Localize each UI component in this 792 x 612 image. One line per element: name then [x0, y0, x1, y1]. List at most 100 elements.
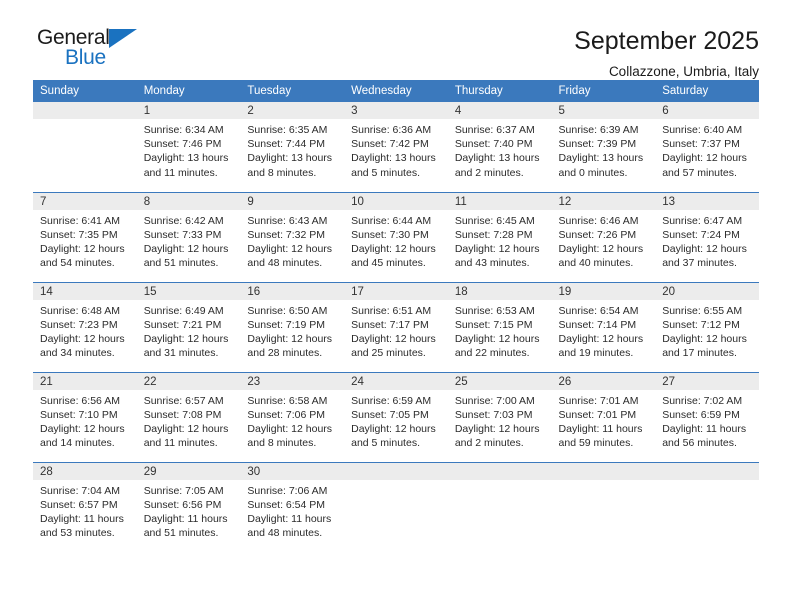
day-sun-info: Sunrise: 6:48 AM Sunset: 7:23 PM Daylight:…	[33, 300, 137, 361]
calendar-day-cell[interactable]: 17 Sunrise: 6:51 AM Sunset: 7:17 PM Dayligh…	[344, 282, 448, 373]
day-daylight2-line: and 11 minutes.	[143, 437, 218, 450]
day-sunrise-line: Sunrise: 7:04 AM	[40, 484, 120, 497]
calendar-day-cell[interactable]: 18 Sunrise: 6:53 AM Sunset: 7:15 PM Dayligh…	[447, 282, 552, 373]
calendar-day-cell[interactable]: 8 Sunrise: 6:42 AM Sunset: 7:33 PM Daylight…	[136, 192, 241, 283]
calendar-day-cell[interactable]: 4 Sunrise: 6:37 AM Sunset: 7:40 PM Daylight…	[447, 102, 552, 193]
day-sunset-line: Sunset: 6:57 PM	[40, 498, 118, 511]
day-daylight1-line: Daylight: 12 hours	[40, 422, 125, 435]
day-sunset-line: Sunset: 7:24 PM	[662, 228, 740, 241]
day-number: 17	[344, 282, 448, 300]
calendar-day-cell[interactable]: 2 Sunrise: 6:35 AM Sunset: 7:44 PM Daylight…	[240, 102, 345, 193]
weekday-header-sunday: Sunday	[33, 80, 137, 102]
day-sunrise-line: Sunrise: 6:43 AM	[247, 214, 328, 227]
calendar-day-cell[interactable]: 22 Sunrise: 6:57 AM Sunset: 7:08 PM Dayligh…	[136, 372, 241, 463]
calendar-day-cell[interactable]: 21 Sunrise: 6:56 AM Sunset: 7:10 PM Dayligh…	[33, 372, 137, 463]
calendar-grid: Sunday Monday Tuesday Wednesday Thursday…	[33, 80, 759, 552]
day-sunset-line: Sunset: 7:30 PM	[351, 228, 429, 241]
calendar-body: 1 Sunrise: 6:34 AM Sunset: 7:46 PM Daylight…	[33, 102, 759, 552]
day-sun-info: Sunrise: 6:59 AM Sunset: 7:05 PM Daylight:…	[344, 390, 448, 451]
day-number	[551, 462, 656, 480]
day-daylight2-line: and 51 minutes.	[143, 257, 219, 270]
day-daylight2-line: and 8 minutes.	[247, 437, 317, 450]
day-daylight1-line: Daylight: 12 hours	[40, 242, 125, 255]
day-number: 13	[655, 192, 759, 210]
calendar-day-cell[interactable]: 28 Sunrise: 7:04 AM Sunset: 6:57 PM Dayligh…	[33, 462, 137, 552]
calendar-day-cell-empty	[344, 462, 448, 552]
day-daylight1-line: Daylight: 12 hours	[143, 242, 229, 255]
calendar-day-cell[interactable]: 20 Sunrise: 6:55 AM Sunset: 7:12 PM Dayligh…	[655, 282, 759, 373]
day-daylight1-line: Daylight: 11 hours	[558, 422, 643, 435]
day-daylight1-line: Daylight: 12 hours	[662, 332, 747, 345]
calendar-day-cell[interactable]: 11 Sunrise: 6:45 AM Sunset: 7:28 PM Dayligh…	[447, 192, 552, 283]
day-number: 12	[551, 192, 656, 210]
day-sunset-line: Sunset: 7:10 PM	[40, 408, 118, 421]
day-sunset-line: Sunset: 7:32 PM	[247, 228, 326, 241]
day-daylight1-line: Daylight: 12 hours	[351, 422, 436, 435]
day-sun-info: Sunrise: 6:58 AM Sunset: 7:06 PM Daylight:…	[240, 390, 344, 451]
day-daylight2-line: and 5 minutes.	[351, 166, 420, 179]
calendar-day-cell[interactable]: 24 Sunrise: 6:59 AM Sunset: 7:05 PM Dayligh…	[344, 372, 448, 463]
calendar-day-cell[interactable]: 6 Sunrise: 6:40 AM Sunset: 7:37 PM Daylight…	[655, 102, 759, 193]
day-sun-info: Sunrise: 7:06 AM Sunset: 6:54 PM Daylight:…	[240, 480, 344, 541]
calendar-day-cell[interactable]: 16 Sunrise: 6:50 AM Sunset: 7:19 PM Dayligh…	[240, 282, 345, 373]
calendar-day-cell[interactable]: 12 Sunrise: 6:46 AM Sunset: 7:26 PM Dayligh…	[551, 192, 656, 283]
day-number: 14	[33, 282, 137, 300]
calendar-day-cell[interactable]: 3 Sunrise: 6:36 AM Sunset: 7:42 PM Daylight…	[344, 102, 448, 193]
logo-text-blue: Blue	[65, 46, 106, 69]
day-daylight2-line: and 14 minutes.	[40, 437, 115, 450]
day-daylight1-line: Daylight: 12 hours	[454, 422, 540, 435]
day-daylight1-line: Daylight: 12 hours	[247, 242, 333, 255]
weekday-header-friday: Friday	[551, 80, 656, 102]
day-sun-info: Sunrise: 6:40 AM Sunset: 7:37 PM Daylight:…	[655, 119, 759, 180]
day-daylight1-line: Daylight: 13 hours	[454, 152, 540, 165]
day-sunset-line: Sunset: 7:12 PM	[662, 318, 740, 331]
calendar-day-cell[interactable]: 26 Sunrise: 7:01 AM Sunset: 7:01 PM Dayligh…	[551, 372, 656, 463]
day-number: 28	[33, 462, 137, 480]
day-daylight1-line: Daylight: 11 hours	[143, 512, 228, 525]
calendar-day-cell[interactable]: 9 Sunrise: 6:43 AM Sunset: 7:32 PM Daylight…	[240, 192, 345, 283]
day-daylight2-line: and 45 minutes.	[351, 257, 426, 270]
day-sunrise-line: Sunrise: 6:53 AM	[454, 304, 535, 317]
generalblue-logo: General Blue	[37, 26, 167, 72]
day-sunset-line: Sunset: 7:17 PM	[351, 318, 429, 331]
day-daylight2-line: and 40 minutes.	[558, 257, 634, 270]
calendar-day-cell[interactable]: 1 Sunrise: 6:34 AM Sunset: 7:46 PM Daylight…	[136, 102, 241, 193]
day-sunrise-line: Sunrise: 6:55 AM	[662, 304, 743, 317]
calendar-day-cell-empty	[33, 102, 137, 193]
day-daylight2-line: and 31 minutes.	[143, 347, 219, 360]
day-daylight2-line: and 28 minutes.	[247, 347, 323, 360]
calendar-day-cell[interactable]: 23 Sunrise: 6:58 AM Sunset: 7:06 PM Dayligh…	[240, 372, 345, 463]
day-sun-info: Sunrise: 7:04 AM Sunset: 6:57 PM Daylight:…	[33, 480, 137, 541]
calendar-day-cell[interactable]: 29 Sunrise: 7:05 AM Sunset: 6:56 PM Dayligh…	[136, 462, 241, 552]
calendar-day-cell[interactable]: 19 Sunrise: 6:54 AM Sunset: 7:14 PM Dayligh…	[551, 282, 656, 373]
calendar-day-cell[interactable]: 25 Sunrise: 7:00 AM Sunset: 7:03 PM Dayligh…	[447, 372, 552, 463]
day-number: 23	[240, 372, 345, 390]
day-sunset-line: Sunset: 7:26 PM	[558, 228, 637, 241]
day-sun-info: Sunrise: 6:49 AM Sunset: 7:21 PM Daylight:…	[137, 300, 241, 361]
day-sunset-line: Sunset: 7:05 PM	[351, 408, 429, 421]
calendar-day-cell[interactable]: 13 Sunrise: 6:47 AM Sunset: 7:24 PM Dayligh…	[655, 192, 759, 283]
calendar-day-cell[interactable]: 27 Sunrise: 7:02 AM Sunset: 6:59 PM Dayligh…	[655, 372, 759, 463]
calendar-day-cell[interactable]: 14 Sunrise: 6:48 AM Sunset: 7:23 PM Dayligh…	[33, 282, 137, 373]
day-daylight1-line: Daylight: 11 hours	[662, 422, 747, 435]
calendar-day-cell[interactable]: 10 Sunrise: 6:44 AM Sunset: 7:30 PM Dayligh…	[344, 192, 448, 283]
day-daylight2-line: and 59 minutes.	[558, 437, 634, 450]
day-sunrise-line: Sunrise: 6:58 AM	[247, 394, 328, 407]
day-daylight1-line: Daylight: 12 hours	[454, 332, 540, 345]
day-daylight1-line: Daylight: 13 hours	[247, 152, 333, 165]
day-sunrise-line: Sunrise: 6:46 AM	[558, 214, 639, 227]
day-daylight2-line: and 17 minutes.	[662, 347, 737, 360]
day-number: 21	[33, 372, 137, 390]
weekday-header-thursday: Thursday	[447, 80, 552, 102]
weekday-header-monday: Monday	[136, 80, 241, 102]
calendar-day-cell[interactable]: 5 Sunrise: 6:39 AM Sunset: 7:39 PM Daylight…	[551, 102, 656, 193]
day-sun-info: Sunrise: 6:56 AM Sunset: 7:10 PM Daylight:…	[33, 390, 137, 451]
calendar-day-cell[interactable]: 30 Sunrise: 7:06 AM Sunset: 6:54 PM Dayligh…	[240, 462, 345, 552]
calendar-day-cell[interactable]: 7 Sunrise: 6:41 AM Sunset: 7:35 PM Daylight…	[33, 192, 137, 283]
day-daylight1-line: Daylight: 12 hours	[143, 422, 229, 435]
calendar-day-cell[interactable]: 15 Sunrise: 6:49 AM Sunset: 7:21 PM Dayligh…	[136, 282, 241, 373]
day-number: 7	[33, 192, 137, 210]
day-sun-info: Sunrise: 7:02 AM Sunset: 6:59 PM Daylight:…	[655, 390, 759, 451]
day-sunrise-line: Sunrise: 6:35 AM	[247, 124, 328, 136]
day-sunrise-line: Sunrise: 6:59 AM	[351, 394, 432, 407]
